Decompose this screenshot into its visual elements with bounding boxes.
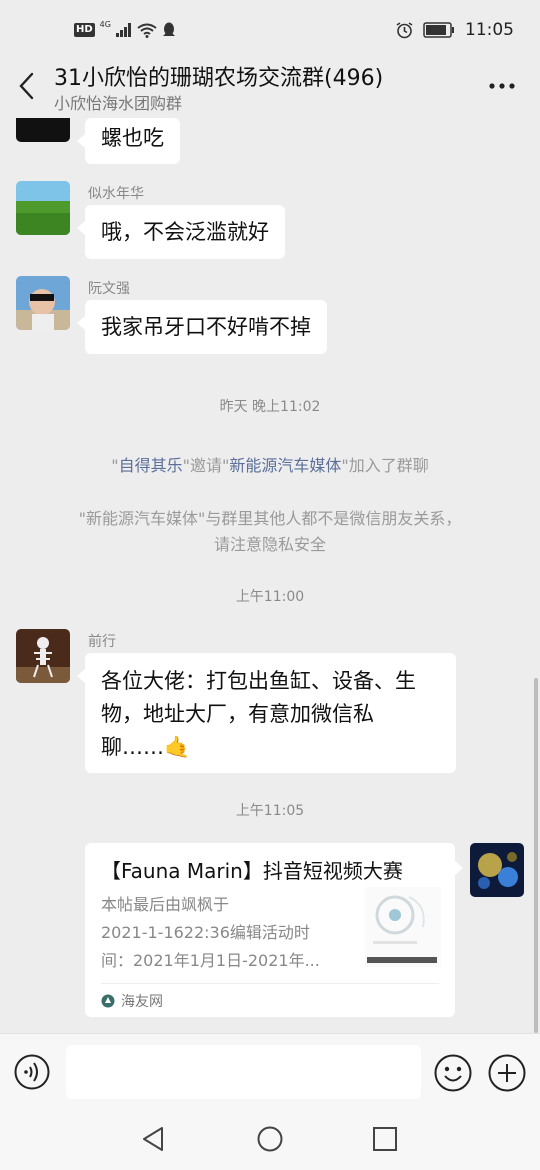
notice-line: 请注意隐私安全 bbox=[213, 535, 326, 554]
timestamp: 上午11:00 bbox=[235, 589, 305, 605]
message-bubble[interactable]: 哦，不会泛滥就好 bbox=[77, 205, 285, 259]
chat-header: 31小欣怡的珊瑚农场交流群(496) 小欣怡海水团购群 bbox=[0, 58, 540, 118]
card-divider bbox=[101, 983, 439, 984]
message-text: 我家吊牙口不好啃不掉 bbox=[101, 315, 311, 339]
signal-icon bbox=[115, 23, 131, 37]
avatar-image bbox=[16, 181, 70, 235]
card-source-name: 海友网 bbox=[121, 994, 163, 1010]
message-text: 各位大佬：打包出鱼缸、设备、生 bbox=[101, 669, 416, 693]
scrollbar[interactable] bbox=[534, 678, 538, 1033]
hd-badge: HD bbox=[74, 23, 95, 37]
notice-line: "新能源汽车媒体"与群里其他人都不是微信朋友关系， bbox=[78, 509, 462, 528]
avatar-image bbox=[16, 276, 70, 330]
add-icon[interactable] bbox=[488, 1054, 526, 1092]
sender-name: 似水年华 bbox=[88, 186, 144, 202]
network-type: 4G bbox=[99, 19, 111, 29]
battery-icon bbox=[423, 22, 454, 38]
input-bar bbox=[0, 1033, 540, 1112]
qq-icon bbox=[162, 22, 175, 36]
avatar[interactable] bbox=[16, 181, 70, 235]
message-text: 哦，不会泛滥就好 bbox=[101, 220, 269, 244]
message-bubble[interactable]: 各位大佬：打包出鱼缸、设备、生 物，地址大厂，有意加微信私 聊……🤙 bbox=[77, 653, 456, 773]
avatar[interactable] bbox=[16, 629, 70, 683]
gesture-emoji: 🤙 bbox=[164, 735, 191, 759]
status-bar: HD 4G 11:05 bbox=[0, 0, 540, 64]
emoji-icon[interactable] bbox=[434, 1054, 472, 1092]
message-text: 物，地址大厂，有意加微信私 bbox=[101, 702, 374, 726]
more-icon[interactable] bbox=[488, 78, 516, 94]
card-description: 本帖最后由飒枫于 2021-1-1622:36编辑活动时 间：2021年1月1日… bbox=[101, 895, 320, 970]
clock: 11:05 bbox=[465, 20, 514, 40]
nav-home-icon[interactable] bbox=[256, 1125, 284, 1153]
my-avatar[interactable] bbox=[470, 843, 524, 897]
avatar[interactable] bbox=[16, 118, 70, 142]
status-right: 11:05 bbox=[396, 20, 514, 40]
avatar[interactable] bbox=[16, 276, 70, 330]
system-message: "自得其乐"邀请"新能源汽车媒体"加入了群聊 bbox=[111, 456, 429, 475]
nav-recents-icon[interactable] bbox=[371, 1125, 399, 1153]
avatar-image bbox=[470, 843, 524, 897]
avatar-image bbox=[16, 629, 70, 683]
chat-title: 31小欣怡的珊瑚农场交流群(496) bbox=[54, 66, 384, 91]
message-text: 螺也吃 bbox=[101, 126, 164, 150]
wifi-icon bbox=[137, 23, 157, 38]
invitee-link[interactable]: 新能源汽车媒体 bbox=[229, 456, 341, 475]
source-logo-icon bbox=[101, 994, 115, 1008]
chat-subtitle: 小欣怡海水团购群 bbox=[54, 94, 183, 113]
timestamp: 昨天 晚上11:02 bbox=[219, 399, 321, 415]
card-source: 海友网 bbox=[101, 991, 163, 1011]
message-list[interactable]: 螺也吃 似水年华 哦，不会泛滥就好 阮文强 我家吊牙口不好啃不掉 昨天 晚上11… bbox=[0, 118, 540, 1033]
message-bubble[interactable]: 螺也吃 bbox=[77, 118, 180, 164]
message-input[interactable] bbox=[66, 1045, 421, 1099]
message-text: 聊…… bbox=[101, 735, 164, 759]
privacy-notice: "新能源汽车媒体"与群里其他人都不是微信朋友关系， 请注意隐私安全 bbox=[30, 506, 510, 558]
timestamp: 上午11:05 bbox=[235, 803, 305, 819]
card-thumbnail bbox=[365, 887, 441, 967]
sender-name: 阮文强 bbox=[88, 281, 130, 297]
system-nav-bar bbox=[0, 1111, 540, 1170]
status-left: HD 4G bbox=[74, 19, 176, 38]
message-bubble[interactable]: 我家吊牙口不好啃不掉 bbox=[77, 300, 327, 354]
alarm-icon bbox=[396, 21, 413, 38]
back-icon[interactable] bbox=[14, 70, 42, 102]
link-card[interactable]: 【Fauna Marin】抖音短视频大赛 本帖最后由飒枫于 2021-1-162… bbox=[85, 843, 463, 1017]
nav-back-icon[interactable] bbox=[140, 1125, 168, 1153]
card-title: 【Fauna Marin】抖音短视频大赛 bbox=[101, 859, 403, 883]
inviter-link[interactable]: 自得其乐 bbox=[119, 456, 183, 475]
voice-icon[interactable] bbox=[14, 1054, 50, 1090]
sender-name: 前行 bbox=[88, 634, 116, 650]
